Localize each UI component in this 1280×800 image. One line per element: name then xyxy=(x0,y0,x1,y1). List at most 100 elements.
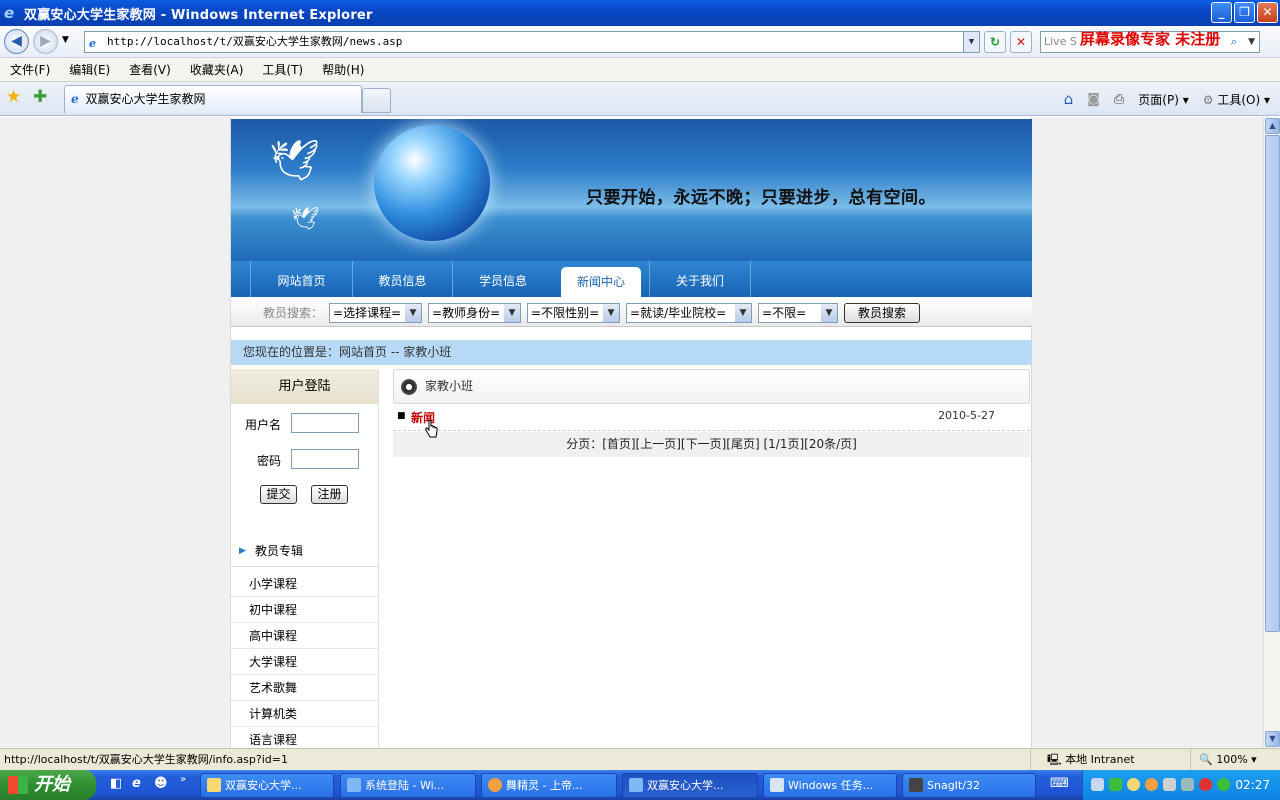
tray-network-icon[interactable] xyxy=(1091,778,1104,791)
tab-active[interactable]: e 双赢安心大学生家教网 xyxy=(64,85,362,113)
tray-record-icon[interactable] xyxy=(1199,778,1212,791)
content-heading: 家教小班 xyxy=(425,379,474,393)
nav-teachers[interactable]: 教员信息 xyxy=(353,261,453,297)
zoom-value: 100% xyxy=(1216,753,1248,766)
nav-students[interactable]: 学员信息 xyxy=(453,261,553,297)
pagination[interactable]: 分页：[首页][上一页][下一页][尾页] [1/1页][20条/页] xyxy=(393,432,1030,457)
search-icon[interactable]: ⌕ xyxy=(1231,32,1237,52)
scroll-up-icon[interactable]: ▲ xyxy=(1265,118,1280,134)
taskbar-item[interactable]: 系统登陆 - Wi... xyxy=(340,773,476,798)
status-url: http://localhost/t/双赢安心大学生家教网/info.asp?i… xyxy=(4,753,288,766)
scroll-thumb[interactable] xyxy=(1265,135,1280,632)
windows-logo-icon xyxy=(8,776,28,794)
nav-about[interactable]: 关于我们 xyxy=(649,261,751,297)
identity-select[interactable]: =教师身份= ▼ xyxy=(428,302,522,323)
course-select[interactable]: =选择课程= ▼ xyxy=(329,302,423,323)
ie-icon xyxy=(629,778,643,792)
quicklaunch-more-icon[interactable]: » xyxy=(180,774,186,785)
nav-home[interactable]: 网站首页 xyxy=(251,261,353,297)
category-item[interactable]: 初中课程 xyxy=(231,597,379,623)
menu-file[interactable]: 文件(F) xyxy=(10,61,50,78)
taskbar-item[interactable]: SnagIt/32 xyxy=(902,773,1036,798)
category-item[interactable]: 语言课程 xyxy=(231,727,379,748)
gear-icon: ⚙ xyxy=(1202,92,1214,107)
scroll-down-icon[interactable]: ▼ xyxy=(1265,731,1280,747)
taskbar-item-label: 舞精灵 - 上帝... xyxy=(506,779,583,792)
password-row: 密码 xyxy=(231,449,379,471)
identity-select-value: =教师身份= xyxy=(432,305,501,320)
breadcrumb: 您现在的位置是：网站首页 -- 家教小班 xyxy=(231,340,1032,365)
school-select[interactable]: =就读/毕业院校= ▼ xyxy=(626,302,753,323)
category-item[interactable]: 大学课程 xyxy=(231,649,379,675)
taskbar-item[interactable]: Windows 任务... xyxy=(763,773,897,798)
menu-edit[interactable]: 编辑(E) xyxy=(69,61,110,78)
add-favorite-icon[interactable]: ✚ xyxy=(33,87,47,107)
restore-button[interactable]: ❐ xyxy=(1234,2,1255,23)
page-menu[interactable]: 页面(P) ▾ xyxy=(1138,91,1188,108)
content-heading-box: 家教小班 xyxy=(393,369,1030,404)
password-input[interactable] xyxy=(291,449,359,469)
username-input[interactable] xyxy=(291,413,359,433)
home-icon[interactable]: ⌂ xyxy=(1064,90,1074,108)
recorder-watermark: 屏幕录像专家 未注册 xyxy=(1080,30,1221,48)
category-item[interactable]: 高中课程 xyxy=(231,623,379,649)
zoom-control[interactable]: 🔍 100% ▾ xyxy=(1190,749,1257,770)
print-icon[interactable]: ⎙ xyxy=(1114,92,1124,107)
start-button[interactable]: 开始 xyxy=(0,770,96,800)
folder-icon xyxy=(207,778,221,792)
nav-news[interactable]: 新闻中心 xyxy=(561,267,641,297)
gender-select[interactable]: =不限性别= ▼ xyxy=(527,302,621,323)
minimize-button[interactable]: _ xyxy=(1211,2,1232,23)
close-button[interactable]: ✕ xyxy=(1257,2,1278,23)
tray-umbrella-icon[interactable] xyxy=(1217,778,1230,791)
vertical-scrollbar[interactable]: ▲ ▼ xyxy=(1263,117,1280,748)
address-input[interactable]: e http://localhost/t/双赢安心大学生家教网/news.asp… xyxy=(84,31,980,53)
globe-image xyxy=(374,125,490,241)
taskbar-item-active[interactable]: 双赢安心大学... xyxy=(622,773,758,798)
menu-tools[interactable]: 工具(T) xyxy=(262,61,303,78)
menu-view[interactable]: 查看(V) xyxy=(129,61,171,78)
security-zone-label: 本地 Intranet xyxy=(1065,753,1135,766)
system-tray: 02:27 xyxy=(1082,770,1280,800)
chevron-down-icon: ▼ xyxy=(405,303,422,322)
course-select-value: =选择课程= xyxy=(333,305,402,320)
tray-volume-icon[interactable] xyxy=(1163,778,1176,791)
refresh-button[interactable]: ↻ xyxy=(984,31,1006,53)
search-dropdown-icon[interactable]: ▼ xyxy=(1248,32,1255,52)
taskbar-item[interactable]: 双赢安心大学... xyxy=(200,773,334,798)
triangle-right-icon: ▶ xyxy=(239,546,246,556)
register-button[interactable]: 注册 xyxy=(311,485,348,504)
tray-qq-icon[interactable] xyxy=(1127,778,1140,791)
window-title: 双赢安心大学生家教网 - Windows Internet Explorer xyxy=(24,7,373,23)
menu-favorites[interactable]: 收藏夹(A) xyxy=(190,61,244,78)
favorites-star-icon[interactable]: ★ xyxy=(6,87,21,107)
tray-misc-icon[interactable] xyxy=(1181,778,1194,791)
quicklaunch-qq-icon[interactable]: ☻ xyxy=(154,776,168,791)
back-button[interactable]: ◀ xyxy=(4,29,29,54)
tray-messenger-icon[interactable] xyxy=(1145,778,1158,791)
taskbar-item-label: 双赢安心大学... xyxy=(647,779,724,792)
taskbar-item-label: 双赢安心大学... xyxy=(225,779,302,792)
stop-button[interactable]: ✕ xyxy=(1010,31,1032,53)
category-item[interactable]: 艺术歌舞 xyxy=(231,675,379,701)
address-dropdown-icon[interactable]: ▼ xyxy=(963,32,979,52)
keyboard-icon[interactable]: ⌨ xyxy=(1050,776,1069,791)
tools-menu[interactable]: ⚙ 工具(O) ▾ xyxy=(1203,91,1270,108)
feeds-icon[interactable]: ◙ xyxy=(1087,92,1100,107)
window-controls: _ ❐ ✕ xyxy=(1211,2,1278,23)
quicklaunch-ie-icon[interactable]: e xyxy=(132,776,141,791)
category-item[interactable]: 计算机类 xyxy=(231,701,379,727)
tray-app-icon[interactable] xyxy=(1109,778,1122,791)
forward-button[interactable]: ▶ xyxy=(33,29,58,54)
category-item[interactable]: 小学课程 xyxy=(231,571,379,597)
teacher-search-button[interactable]: 教员搜索 xyxy=(844,302,921,323)
quicklaunch-explorer-icon[interactable]: ◧ xyxy=(110,776,122,791)
taskbar-item[interactable]: 舞精灵 - 上帝... xyxy=(481,773,617,798)
other-select[interactable]: =不限= ▼ xyxy=(758,302,839,323)
menu-help[interactable]: 帮助(H) xyxy=(322,61,364,78)
new-tab-button[interactable] xyxy=(362,88,391,113)
submit-button[interactable]: 提交 xyxy=(260,485,297,504)
start-label: 开始 xyxy=(34,774,70,795)
history-dropdown-icon[interactable]: ▼ xyxy=(62,35,69,45)
ie-icon: e xyxy=(4,4,15,22)
